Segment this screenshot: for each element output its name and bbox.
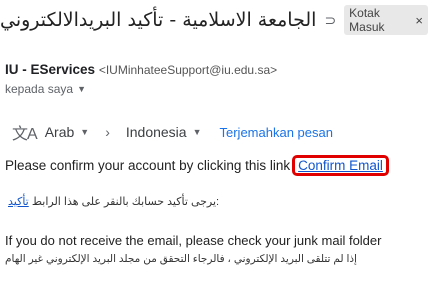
- inbox-label-text: Kotak Masuk: [349, 6, 385, 34]
- recipient-details[interactable]: kepada saya ▼: [5, 82, 432, 96]
- translate-icon: 文A: [12, 126, 38, 143]
- sender-email: <IUMinhateeSupport@iu.edu.sa>: [98, 63, 278, 77]
- arabic-confirm-link[interactable]: تأكيد: [8, 196, 29, 208]
- junk-arabic-paragraph: إذا لم تتلقى البريد الإلكتروني ، فالرجاء…: [5, 253, 357, 265]
- arabic-confirm-text: :يرجى تأكيد حسابك بالنقر على هذا الرابط: [31, 196, 220, 208]
- arrow-right-icon: ›: [105, 124, 110, 140]
- email-subject: الجامعة الاسلامية - تأكيد البريدالالكترو…: [0, 9, 317, 31]
- subject-header: الجامعة الاسلامية - تأكيد البريدالالكترو…: [0, 5, 432, 35]
- chevron-down-icon[interactable]: ▼: [77, 84, 86, 94]
- remove-label-icon[interactable]: ×: [415, 13, 423, 28]
- source-language-label: Arab: [44, 124, 75, 140]
- highlight-box: Confirm Email: [292, 155, 389, 176]
- chevron-down-icon: ▼: [192, 127, 202, 137]
- sender-info: IU - EServices <IUMinhateeSupport@iu.edu…: [5, 62, 432, 77]
- recipient-label: kepada saya: [5, 82, 74, 96]
- confirm-paragraph: Please confirm your account by clicking …: [5, 155, 432, 176]
- arabic-confirm-paragraph: :يرجى تأكيد حسابك بالنقر على هذا الرابط …: [0, 195, 432, 208]
- inbox-label-chip[interactable]: Kotak Masuk ×: [344, 5, 428, 35]
- confirm-email-link[interactable]: Confirm Email: [298, 158, 383, 173]
- source-language-select[interactable]: Arab ▼: [45, 124, 90, 140]
- target-language-label: Indonesia: [125, 124, 187, 140]
- target-language-select[interactable]: Indonesia ▼: [126, 124, 202, 140]
- chevron-down-icon: ▼: [80, 127, 90, 137]
- confirm-text: Please confirm your account by clicking …: [5, 158, 291, 173]
- sender-name[interactable]: IU - EServices: [5, 62, 95, 77]
- translate-message-link[interactable]: Terjemahkan pesan: [220, 125, 333, 140]
- translate-bar: 文A Arab ▼ › Indonesia ▼ Terjemahkan pesa…: [12, 120, 432, 144]
- junk-paragraph: If you do not receive the email, please …: [5, 233, 382, 248]
- important-marker-icon[interactable]: ⊃: [324, 12, 336, 29]
